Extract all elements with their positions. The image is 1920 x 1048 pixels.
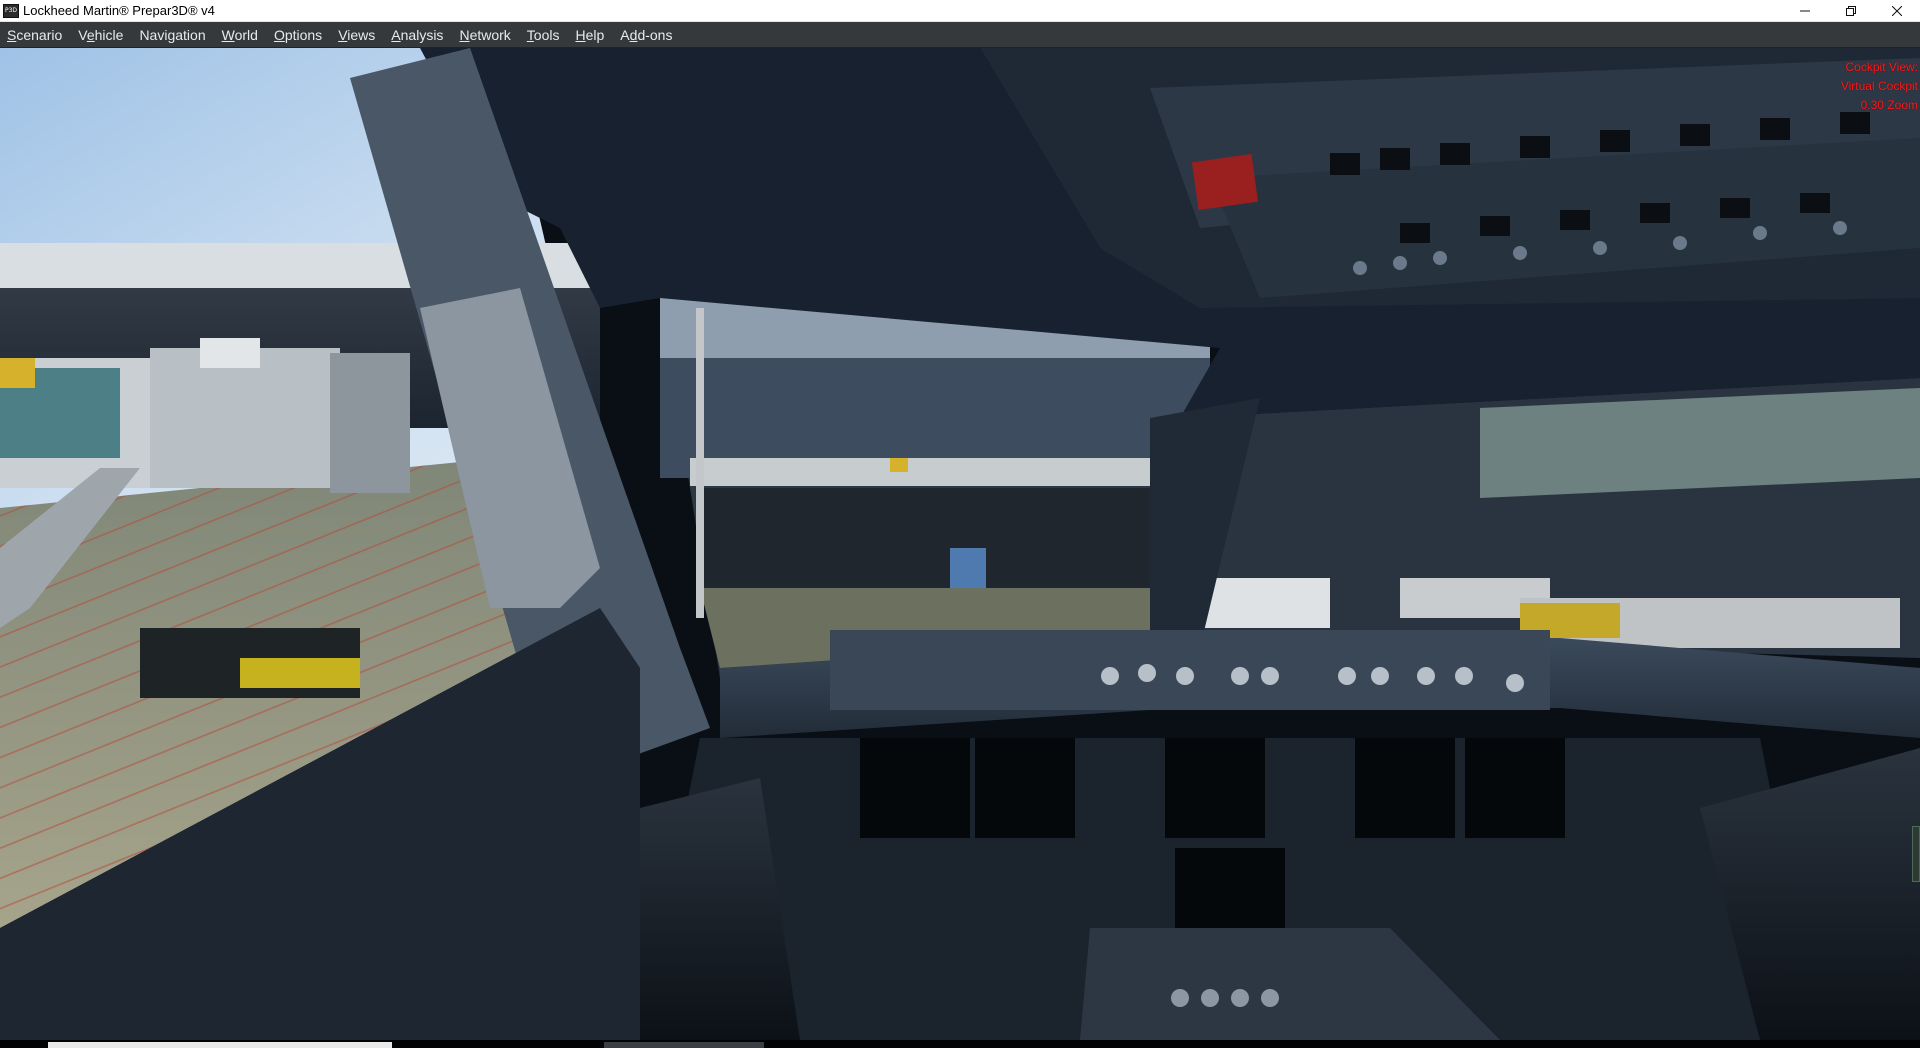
right-window-view <box>1160 378 1920 658</box>
hud-zoom-level: 0.30 Zoom <box>1860 98 1918 112</box>
instrument-panel <box>640 738 1920 1040</box>
minimize-icon <box>1800 10 1810 12</box>
menu-vehicle[interactable]: Vehicle <box>70 22 131 48</box>
menu-world[interactable]: World <box>214 22 266 48</box>
loading-bar <box>48 1042 392 1048</box>
menu-navigation[interactable]: Navigation <box>131 22 213 48</box>
menu-help[interactable]: Help <box>567 22 612 48</box>
restore-icon <box>1846 6 1856 16</box>
menu-bar: Scenario Vehicle Navigation World Option… <box>0 22 1920 48</box>
side-panel-handle[interactable] <box>1912 826 1920 882</box>
menu-options[interactable]: Options <box>266 22 330 48</box>
cockpit-scene <box>0 48 1920 1040</box>
menu-network[interactable]: Network <box>451 22 518 48</box>
restore-button[interactable] <box>1828 0 1874 22</box>
hud-view-label: Cockpit View: <box>1845 60 1918 74</box>
window-title: Lockheed Martin® Prepar3D® v4 <box>23 3 215 18</box>
app-icon[interactable]: P3D <box>3 3 19 18</box>
close-button[interactable] <box>1874 0 1920 22</box>
cockpit-view-hud: Cockpit View: Virtual Cockpit 0.30 Zoom <box>1841 58 1918 115</box>
minimize-button[interactable] <box>1782 0 1828 22</box>
menu-scenario[interactable]: Scenario <box>0 22 70 48</box>
menu-tools[interactable]: Tools <box>519 22 568 48</box>
menu-analysis[interactable]: Analysis <box>383 22 451 48</box>
window-controls <box>1782 0 1920 22</box>
front-window-view <box>660 298 1210 678</box>
close-icon <box>1892 6 1902 16</box>
menu-views[interactable]: Views <box>330 22 383 48</box>
simulator-viewport[interactable] <box>0 48 1920 1040</box>
title-bar: P3D Lockheed Martin® Prepar3D® v4 <box>0 0 1920 22</box>
menu-addons[interactable]: Add-ons <box>612 22 680 48</box>
hud-view-mode: Virtual Cockpit <box>1840 79 1918 93</box>
status-bar-segment <box>604 1042 764 1048</box>
